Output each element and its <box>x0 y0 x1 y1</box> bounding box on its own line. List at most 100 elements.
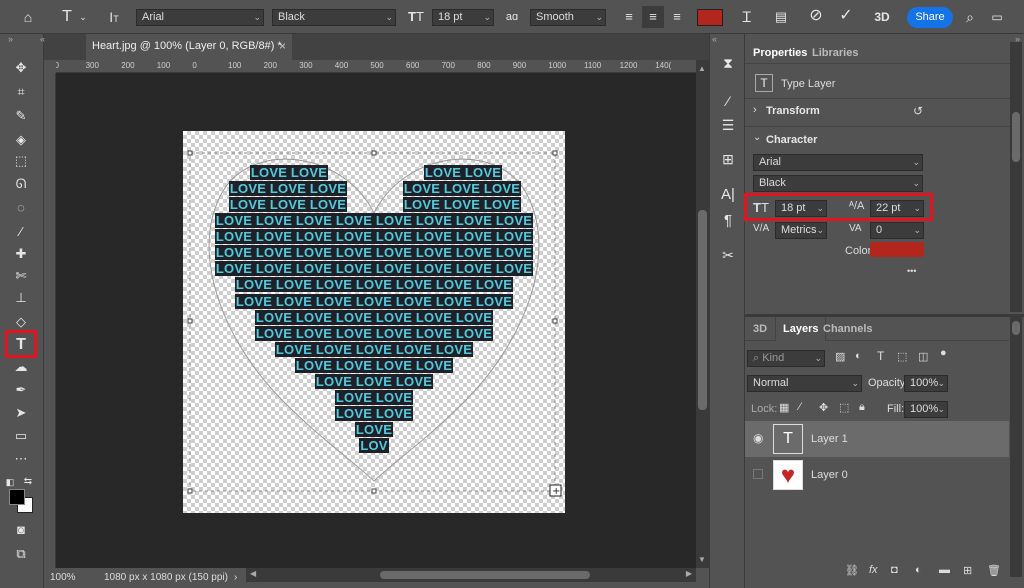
lock-position-icon[interactable]: ✥ <box>819 401 828 414</box>
filter-smart-object-icon[interactable]: ◫ <box>918 350 928 363</box>
align-right-icon[interactable]: ≡ <box>668 8 686 26</box>
tab-channels[interactable]: Channels <box>823 323 873 335</box>
scroll-left-icon[interactable]: ◀ <box>250 569 256 578</box>
screen-mode-icon[interactable]: ⧉ <box>8 544 34 564</box>
char-font-family-select[interactable]: Arial ⌄ <box>753 154 923 171</box>
scroll-right-icon[interactable]: ▶ <box>686 569 692 578</box>
horizontal-scrollbar[interactable]: ◀ ▶ <box>246 568 696 582</box>
layer-name[interactable]: Layer 1 <box>811 433 848 445</box>
move-tool-icon[interactable]: ✥ <box>8 58 34 78</box>
char-color-swatch[interactable] <box>870 242 924 257</box>
char-font-style-select[interactable]: Black ⌄ <box>753 175 923 192</box>
pen-tool-icon[interactable]: ✒ <box>8 380 34 400</box>
canvas-area[interactable]: + LOVE LOVE LOVE LOVE LOVE LOVE LOVE LOVE L… <box>56 73 696 568</box>
filter-kind-select[interactable]: ⌕ Kind ⌄ <box>747 350 825 367</box>
layer-name[interactable]: Layer 0 <box>811 469 848 481</box>
lock-artboard-icon[interactable]: ⬚ <box>839 401 849 414</box>
filter-toggle-icon[interactable]: ● <box>940 347 947 359</box>
paint-bucket-tool-icon[interactable]: ◈ <box>8 130 34 150</box>
lock-all-icon[interactable]: 🔒︎ <box>859 401 865 414</box>
path-selection-tool-icon[interactable]: ➤ <box>8 403 34 423</box>
eraser-tool-icon[interactable]: ◇ <box>8 312 34 332</box>
layer-row-layer-1[interactable]: ◉ T Layer 1 <box>745 421 1009 457</box>
character-panel-icon[interactable]: ▤ <box>772 8 790 26</box>
scroll-thumb-h[interactable] <box>380 571 590 579</box>
tab-3d[interactable]: 3D <box>753 323 767 335</box>
history-icon[interactable]: ⧗ <box>718 54 738 72</box>
visibility-eye-icon[interactable]: ◉ <box>753 431 763 445</box>
character-section-label[interactable]: Character <box>766 134 817 146</box>
scroll-down-icon[interactable]: ▼ <box>698 555 706 564</box>
character-icon[interactable]: A| <box>718 186 738 204</box>
stamp-tool-icon[interactable]: ⊥ <box>8 288 34 308</box>
props-scroll-thumb[interactable] <box>1012 112 1020 162</box>
font-size-select[interactable]: 18 pt ⌄ <box>432 9 494 26</box>
blend-mode-select[interactable]: Normal ⌄ <box>747 375 862 392</box>
more-options-icon[interactable]: ••• <box>907 266 916 276</box>
tab-properties[interactable]: Properties <box>753 47 807 59</box>
zoom-level[interactable]: 100% <box>50 568 76 588</box>
foreground-color-swatch[interactable] <box>9 489 25 505</box>
vertical-scrollbar[interactable]: ▲ ▼ <box>696 60 709 568</box>
quick-mask-icon[interactable]: ◙ <box>8 520 34 540</box>
document-canvas[interactable]: + LOVE LOVE LOVE LOVE LOVE LOVE LOVE LOVE L… <box>183 131 565 513</box>
smudge-tool-icon[interactable]: ☁ <box>8 357 34 377</box>
crop-tool-icon[interactable]: ⌗ <box>8 82 34 102</box>
filter-pixel-icon[interactable]: ▨ <box>835 350 845 363</box>
tab-layers[interactable]: Layers <box>775 317 827 341</box>
brush-settings-icon[interactable]: ⁄ <box>718 92 738 110</box>
share-button[interactable]: Share <box>907 7 953 28</box>
font-style-select[interactable]: Black ⌄ <box>272 9 396 26</box>
status-menu-arrow[interactable]: › <box>234 568 237 588</box>
layers-scroll-thumb[interactable] <box>1012 321 1020 335</box>
transform-section-label[interactable]: Transform <box>766 105 820 117</box>
commit-check-icon[interactable]: ✓ <box>836 7 856 25</box>
collapse-chevrons-icon[interactable]: » <box>8 34 13 44</box>
visibility-toggle-empty[interactable] <box>753 469 763 479</box>
layer-effects-icon[interactable]: fx <box>869 564 878 576</box>
tab-libraries[interactable]: Libraries <box>812 47 858 59</box>
scroll-up-icon[interactable]: ▲ <box>698 64 706 73</box>
lock-transparency-icon[interactable]: ▦ <box>779 401 789 414</box>
document-tab[interactable]: Heart.jpg @ 100% (Layer 0, RGB/8#) * × <box>86 34 292 60</box>
cancel-icon[interactable]: ⊘ <box>806 7 826 25</box>
workspace-icon[interactable]: ▭ <box>988 8 1006 26</box>
quick-selection-tool-icon[interactable]: ◌ <box>8 198 34 218</box>
marquee-tool-icon[interactable]: ⬚ <box>8 151 34 171</box>
reset-transform-icon[interactable]: ↺ <box>913 104 923 118</box>
add-mask-icon[interactable]: ◘ <box>891 564 898 576</box>
layer-row-layer-0[interactable]: ♥ Layer 0 <box>745 457 1009 493</box>
props-scrollbar[interactable] <box>1010 42 1022 312</box>
filter-adjustment-icon[interactable]: ◐ <box>855 350 862 362</box>
healing-tool-icon[interactable]: ✚ <box>8 244 34 264</box>
collapse-chevrons-icon[interactable]: « <box>40 34 45 44</box>
adjustment-layer-icon[interactable]: ◐ <box>915 564 922 576</box>
link-layers-icon[interactable]: ⛓︎ <box>845 564 859 577</box>
home-icon[interactable]: ⌂ <box>18 8 38 26</box>
type-tool-preset-icon[interactable]: T <box>58 8 76 26</box>
fill-input[interactable]: 100% ⌄ <box>904 401 948 418</box>
align-center-icon[interactable]: ≡ <box>642 6 664 28</box>
anti-alias-select[interactable]: Smooth ⌄ <box>530 9 606 26</box>
preset-chevron-icon[interactable]: ⌄ <box>78 8 88 26</box>
new-group-icon[interactable]: ▬ <box>939 564 950 576</box>
lasso-tool-icon[interactable]: ᘏ <box>8 174 34 194</box>
paragraph-icon[interactable]: ¶ <box>718 212 738 230</box>
layers-scrollbar[interactable] <box>1010 317 1022 577</box>
more-tools-icon[interactable]: ⋯ <box>8 449 34 469</box>
adjustments-icon[interactable]: ☰ <box>718 116 738 134</box>
brushes-icon[interactable]: ⊞ <box>718 150 738 168</box>
text-color-swatch[interactable] <box>697 9 723 26</box>
delete-layer-icon[interactable]: 🗑︎ <box>987 564 1001 577</box>
chevron-down-icon[interactable]: ⌄ <box>753 132 761 143</box>
close-icon[interactable]: × <box>279 34 286 58</box>
tracking-select[interactable]: 0 ⌄ <box>870 222 924 239</box>
search-icon[interactable]: ⌕ <box>960 8 980 26</box>
scroll-thumb[interactable] <box>698 210 707 410</box>
tool-presets-icon[interactable]: ✂ <box>718 246 738 264</box>
rectangle-tool-icon[interactable]: ▭ <box>8 426 34 446</box>
band-aid-tool-icon[interactable]: ✄ <box>8 266 34 286</box>
kerning-select[interactable]: Metrics ⌄ <box>775 222 827 239</box>
opacity-input[interactable]: 100% ⌄ <box>904 375 948 392</box>
collapse-chevrons-icon[interactable]: « <box>712 34 717 44</box>
